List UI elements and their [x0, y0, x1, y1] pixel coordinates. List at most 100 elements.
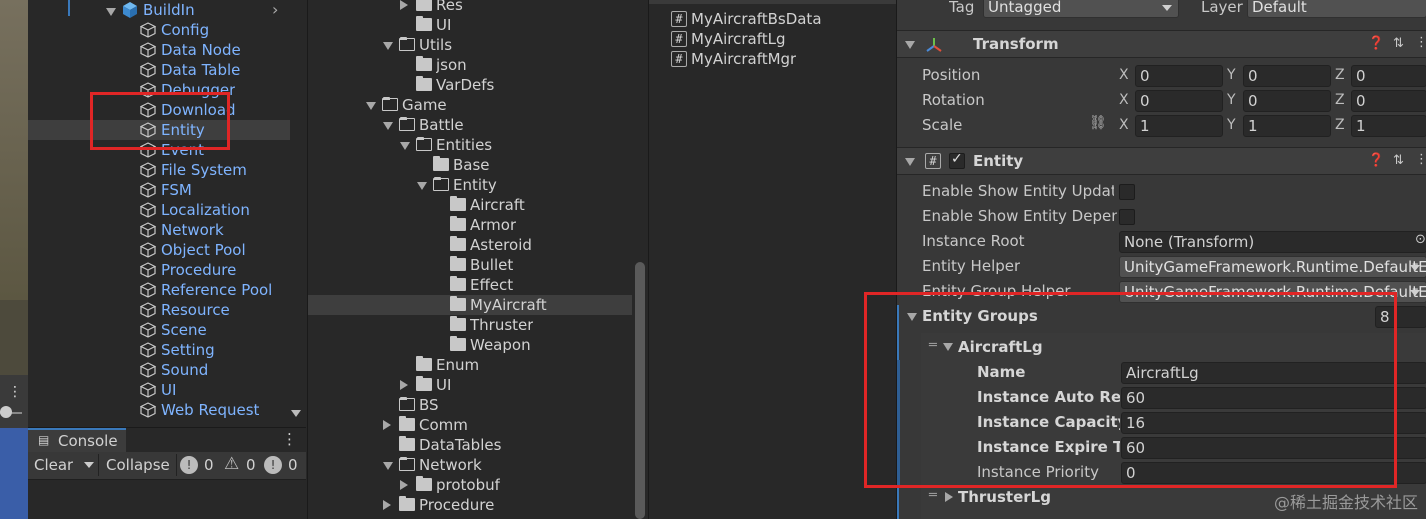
folder-row[interactable]: Bullet [308, 255, 632, 275]
expand-arrow-icon[interactable] [106, 3, 116, 16]
hierarchy-item[interactable]: Object Pool [28, 240, 290, 260]
folder-row[interactable]: Entities [308, 135, 632, 155]
scroll-down-icon[interactable] [291, 410, 301, 417]
tag-dropdown[interactable]: Untagged [983, 0, 1179, 18]
entity-component-header[interactable]: # Entity ❓ ⇅ ⋮ [897, 147, 1426, 175]
project-scrollbar[interactable] [635, 262, 645, 519]
info-icon[interactable]: ! [180, 456, 198, 474]
folder-row[interactable]: Asteroid [308, 235, 632, 255]
folder-row[interactable]: Utils [308, 35, 632, 55]
expand-group-icon[interactable] [945, 492, 953, 502]
object-picker-icon[interactable]: ⊙ [1415, 232, 1426, 247]
folder-label: Utils [419, 36, 453, 54]
hierarchy-item[interactable]: Setting [28, 340, 290, 360]
clear-button[interactable]: Clear [34, 456, 73, 474]
collapse-arrow-icon[interactable] [400, 380, 408, 390]
help-icon[interactable]: ❓ [1368, 153, 1384, 168]
folder-row[interactable]: Armor [308, 215, 632, 235]
preset-icon[interactable]: ⇅ [1393, 36, 1404, 51]
entity-helper-dropdown[interactable]: UnityGameFramework.Runtime.DefaultEr [1119, 256, 1426, 278]
collapse-arrow-icon[interactable] [383, 420, 391, 430]
instance-root-field[interactable]: None (Transform) [1119, 231, 1426, 253]
folder-row[interactable]: Battle [308, 115, 632, 135]
folder-row[interactable]: Weapon [308, 335, 632, 355]
collapse-arrow-icon[interactable] [400, 0, 408, 10]
scale-y-field[interactable]: 1 [1243, 115, 1331, 137]
folder-row[interactable]: Thruster [308, 315, 632, 335]
folder-row[interactable]: json [308, 55, 632, 75]
folder-row[interactable]: VarDefs [308, 75, 632, 95]
hierarchy-item[interactable]: Scene [28, 320, 290, 340]
folder-row[interactable]: Entity [308, 175, 632, 195]
folder-row[interactable]: Res [308, 0, 632, 15]
drag-handle-icon[interactable]: ═ [929, 488, 937, 503]
unlinked-icon[interactable]: ⛓ [1089, 115, 1107, 131]
folder-row[interactable]: UI [308, 15, 632, 35]
hierarchy-item[interactable]: Sound [28, 360, 290, 380]
collapse-arrow-icon[interactable] [383, 500, 391, 510]
hierarchy-item[interactable]: Procedure [28, 260, 290, 280]
hierarchy-item[interactable]: Web Request [28, 400, 290, 420]
folder-row[interactable]: Aircraft [308, 195, 632, 215]
hierarchy-item[interactable]: Reference Pool [28, 280, 290, 300]
rotation-y-field[interactable]: 0 [1243, 90, 1331, 112]
folder-row[interactable]: DataTables [308, 435, 632, 455]
slider-handle[interactable] [0, 406, 12, 418]
entity-enabled-checkbox[interactable] [949, 151, 965, 169]
folder-row[interactable]: protobuf [308, 475, 632, 495]
expand-arrow-icon[interactable] [366, 102, 376, 110]
hierarchy-item[interactable]: FSM [28, 180, 290, 200]
hierarchy-root-label[interactable]: BuildIn [143, 0, 195, 20]
hierarchy-item[interactable]: Data Node [28, 40, 290, 60]
folder-row[interactable]: MyAircraft [308, 295, 632, 315]
console-menu-icon[interactable]: ⋮ [282, 430, 297, 448]
folder-row[interactable]: Enum [308, 355, 632, 375]
folder-row[interactable]: Comm [308, 415, 632, 435]
hierarchy-item[interactable]: Resource [28, 300, 290, 320]
enable-update-checkbox[interactable] [1119, 184, 1135, 200]
hierarchy-item[interactable]: File System [28, 160, 290, 180]
rotation-z-field[interactable]: 0 [1351, 90, 1426, 112]
menu-icon[interactable]: ⋮ [1415, 35, 1426, 50]
collapse-arrow-icon[interactable] [905, 41, 915, 49]
transform-header[interactable]: Transform ❓ ⇅ ⋮ [897, 30, 1426, 58]
rotation-x-field[interactable]: 0 [1135, 90, 1223, 112]
scale-z-field[interactable]: 1 [1351, 115, 1426, 137]
hierarchy-item[interactable]: Config [28, 20, 290, 40]
scale-x-field[interactable]: 1 [1135, 115, 1223, 137]
help-icon[interactable]: ❓ [1368, 36, 1384, 51]
folder-row[interactable]: BS [308, 395, 632, 415]
console-tab[interactable]: ▤ Console [28, 428, 126, 452]
more-icon[interactable]: ⋮ [8, 384, 22, 400]
expand-arrow-icon[interactable] [383, 42, 393, 50]
collapse-arrow-icon[interactable] [905, 158, 915, 166]
folder-row[interactable]: UI [308, 375, 632, 395]
next-group-title[interactable]: ThrusterLg [958, 488, 1051, 506]
folder-row[interactable]: Effect [308, 275, 632, 295]
collapse-arrow-icon[interactable] [400, 480, 408, 490]
folder-row[interactable]: Network [308, 455, 632, 475]
folder-row[interactable]: Procedure [308, 495, 632, 515]
enable-depend-checkbox[interactable] [1119, 209, 1135, 225]
folder-row[interactable]: Game [308, 95, 632, 115]
error-icon[interactable]: ! [264, 456, 282, 474]
expand-arrow-icon[interactable] [417, 182, 427, 190]
hierarchy-item[interactable]: UI [28, 380, 290, 400]
warning-icon[interactable]: ⚠ [224, 454, 239, 474]
layer-dropdown[interactable]: Default [1247, 0, 1426, 18]
folder-row[interactable]: Base [308, 155, 632, 175]
hierarchy-item[interactable]: Network [28, 220, 290, 240]
chevron-right-icon[interactable]: › [272, 0, 278, 20]
clear-dropdown-icon[interactable] [84, 462, 94, 468]
position-x-field[interactable]: 0 [1135, 65, 1223, 87]
expand-arrow-icon[interactable] [383, 462, 393, 470]
expand-arrow-icon[interactable] [400, 142, 410, 150]
collapse-button[interactable]: Collapse [106, 456, 170, 474]
hierarchy-item[interactable]: Localization [28, 200, 290, 220]
position-z-field[interactable]: 0 [1351, 65, 1426, 87]
preset-icon[interactable]: ⇅ [1393, 153, 1404, 168]
hierarchy-item[interactable]: Data Table [28, 60, 290, 80]
position-y-field[interactable]: 0 [1243, 65, 1331, 87]
expand-arrow-icon[interactable] [383, 122, 393, 130]
menu-icon[interactable]: ⋮ [1415, 152, 1426, 167]
